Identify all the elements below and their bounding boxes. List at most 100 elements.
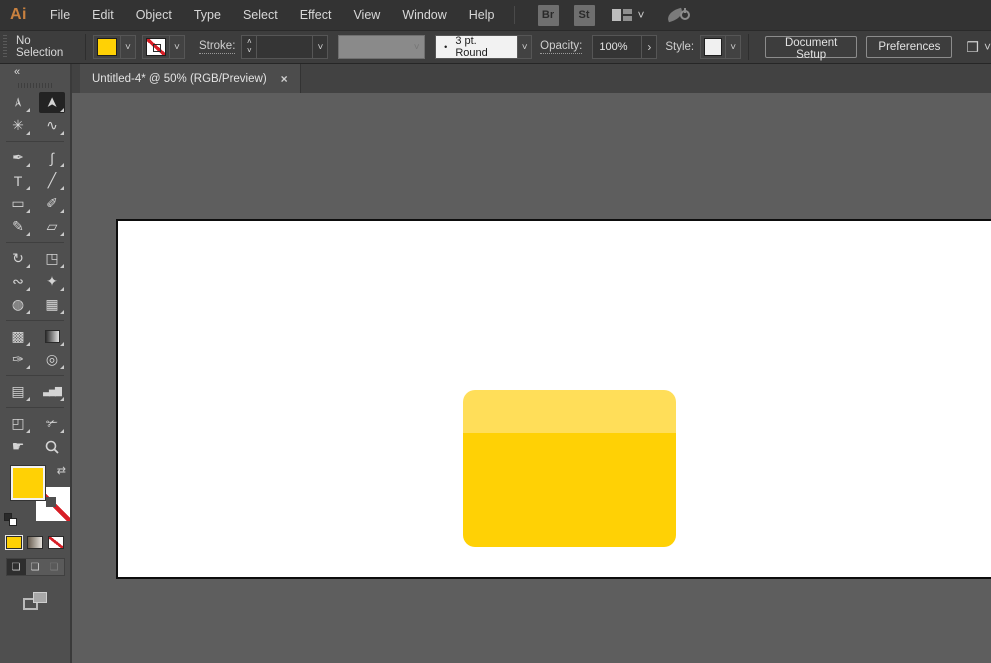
opacity-label[interactable]: Opacity: bbox=[540, 40, 582, 54]
draw-normal-button[interactable]: ❏ bbox=[7, 559, 26, 575]
lasso-tool[interactable]: ∿ bbox=[39, 115, 65, 136]
zoom-tool[interactable] bbox=[39, 436, 65, 457]
line-segment-icon: ╱ bbox=[48, 172, 56, 189]
opacity-value[interactable]: 100% bbox=[593, 36, 641, 58]
stroke-label[interactable]: Stroke: bbox=[199, 40, 235, 54]
column-graph-icon: ▃▅▇ bbox=[43, 386, 61, 397]
opacity-arrow-icon[interactable]: › bbox=[641, 36, 656, 58]
tool-divider bbox=[6, 407, 64, 408]
stroke-weight-value[interactable] bbox=[257, 36, 312, 58]
zoom-icon bbox=[44, 439, 60, 455]
tool-divider bbox=[6, 320, 64, 321]
eyedropper-tool[interactable]: ✑ bbox=[5, 349, 31, 370]
stock-button[interactable]: St bbox=[574, 5, 595, 26]
panel-grip[interactable] bbox=[3, 35, 7, 59]
chevron-down-icon[interactable]: ˅ bbox=[120, 36, 135, 58]
workspace-switcher-icon[interactable] bbox=[612, 8, 632, 22]
workspace-chevron-icon[interactable]: ˅ bbox=[638, 9, 645, 21]
menu-file[interactable]: File bbox=[39, 0, 81, 30]
draw-inside-button[interactable]: ❏ bbox=[45, 559, 64, 575]
rotate-tool[interactable]: ↻ bbox=[5, 248, 31, 269]
perspective-grid-tool[interactable]: ▦ bbox=[39, 294, 65, 315]
shaper-tool[interactable]: ✎ bbox=[5, 216, 31, 237]
column-graph-tool[interactable]: ▃▅▇ bbox=[39, 381, 65, 402]
swap-fill-stroke-icon[interactable]: ⇄ bbox=[57, 464, 66, 477]
menu-bar: Ai File Edit Object Type Select Effect V… bbox=[0, 0, 991, 30]
rectangle-icon: ▭ bbox=[11, 195, 24, 212]
menu-edit[interactable]: Edit bbox=[81, 0, 125, 30]
stroke-color-dropdown[interactable]: ˅ bbox=[142, 35, 185, 59]
panel-grip[interactable] bbox=[18, 83, 52, 88]
menu-help[interactable]: Help bbox=[458, 0, 506, 30]
shape-builder-tool[interactable]: ◍ bbox=[5, 294, 31, 315]
brush-style-dropdown[interactable]: • 3 pt. Round ˅ bbox=[435, 35, 532, 59]
gradient-tool[interactable] bbox=[39, 326, 65, 347]
gradient-icon bbox=[45, 330, 60, 343]
none-button[interactable] bbox=[48, 536, 64, 549]
direct-selection-tool[interactable]: ➤ bbox=[39, 92, 65, 113]
opacity-control[interactable]: 100% › bbox=[592, 35, 657, 59]
puppet-warp-icon: ✦ bbox=[46, 273, 58, 290]
chevron-down-icon[interactable]: ˅ bbox=[984, 41, 991, 53]
tool-divider bbox=[6, 242, 64, 243]
shape-builder-icon: ◍ bbox=[12, 296, 24, 313]
curvature-tool[interactable]: ∫ bbox=[39, 147, 65, 168]
mesh-icon: ▩ bbox=[11, 328, 24, 345]
graphic-style-dropdown[interactable]: ˅ bbox=[700, 35, 741, 59]
menu-window[interactable]: Window bbox=[391, 0, 457, 30]
collapse-panel-icon[interactable]: « bbox=[14, 67, 20, 78]
color-mode-row bbox=[6, 536, 64, 549]
menu-object[interactable]: Object bbox=[125, 0, 183, 30]
puppet-warp-tool[interactable]: ✦ bbox=[39, 271, 65, 292]
artboard[interactable] bbox=[116, 219, 991, 579]
mesh-tool[interactable]: ▩ bbox=[5, 326, 31, 347]
default-fill-stroke-icon[interactable] bbox=[4, 513, 17, 526]
rectangle-tool[interactable]: ▭ bbox=[5, 193, 31, 214]
select-similar-icon[interactable]: ❒ bbox=[966, 39, 979, 56]
fill-color-swatch[interactable] bbox=[97, 38, 117, 56]
rounded-rectangle-shape[interactable] bbox=[463, 390, 676, 547]
stroke-weight-control[interactable]: ˄˅ ˅ bbox=[241, 35, 328, 59]
sync-icon[interactable] bbox=[667, 6, 691, 24]
draw-behind-button[interactable]: ❏ bbox=[26, 559, 45, 575]
width-tool[interactable]: ∾ bbox=[5, 271, 31, 292]
document-tab[interactable]: Untitled-4* @ 50% (RGB/Preview) × bbox=[80, 64, 301, 93]
graphic-style-swatch[interactable] bbox=[704, 38, 722, 56]
gradient-button[interactable] bbox=[27, 536, 43, 549]
magic-wand-icon: ✳ bbox=[12, 117, 24, 134]
fill-color-dropdown[interactable]: ˅ bbox=[93, 35, 136, 59]
preferences-button[interactable]: Preferences bbox=[866, 36, 952, 58]
direct-selection-tool-icon: ➤ bbox=[43, 97, 60, 109]
stroke-weight-stepper[interactable]: ˄˅ bbox=[242, 36, 257, 58]
menu-type[interactable]: Type bbox=[183, 0, 232, 30]
color-button[interactable] bbox=[6, 536, 22, 549]
eraser-icon: ▱ bbox=[47, 218, 58, 235]
eraser-tool[interactable]: ▱ bbox=[39, 216, 65, 237]
chevron-down-icon[interactable]: ˅ bbox=[725, 36, 740, 58]
menu-select[interactable]: Select bbox=[232, 0, 289, 30]
pen-tool[interactable]: ✒ bbox=[5, 147, 31, 168]
symbol-sprayer-tool[interactable]: ▤ bbox=[5, 381, 31, 402]
magic-wand-tool[interactable]: ✳ bbox=[5, 115, 31, 136]
chevron-down-icon[interactable]: ˅ bbox=[169, 36, 184, 58]
change-screen-mode-icon[interactable] bbox=[23, 592, 47, 610]
chevron-down-icon[interactable]: ˅ bbox=[517, 36, 531, 58]
fill-indicator[interactable] bbox=[11, 466, 45, 500]
close-tab-icon[interactable]: × bbox=[281, 72, 288, 86]
selection-tool[interactable]: ➢ bbox=[5, 92, 31, 113]
slice-tool[interactable]: ✃ bbox=[39, 413, 65, 434]
scale-tool[interactable]: ◳ bbox=[39, 248, 65, 269]
hand-tool[interactable]: ☛ bbox=[5, 436, 31, 457]
paintbrush-tool[interactable]: ✐ bbox=[39, 193, 65, 214]
blend-tool[interactable]: ◎ bbox=[39, 349, 65, 370]
menu-view[interactable]: View bbox=[342, 0, 391, 30]
document-setup-button[interactable]: Document Setup bbox=[765, 36, 858, 58]
canvas[interactable] bbox=[72, 93, 991, 663]
chevron-down-icon[interactable]: ˅ bbox=[312, 36, 327, 58]
stroke-none-swatch[interactable] bbox=[146, 38, 166, 56]
line-segment-tool[interactable]: ╱ bbox=[39, 170, 65, 191]
bridge-button[interactable]: Br bbox=[538, 5, 559, 26]
artboard-tool[interactable]: ◰ bbox=[5, 413, 31, 434]
type-tool[interactable]: T bbox=[5, 170, 31, 191]
menu-effect[interactable]: Effect bbox=[289, 0, 343, 30]
